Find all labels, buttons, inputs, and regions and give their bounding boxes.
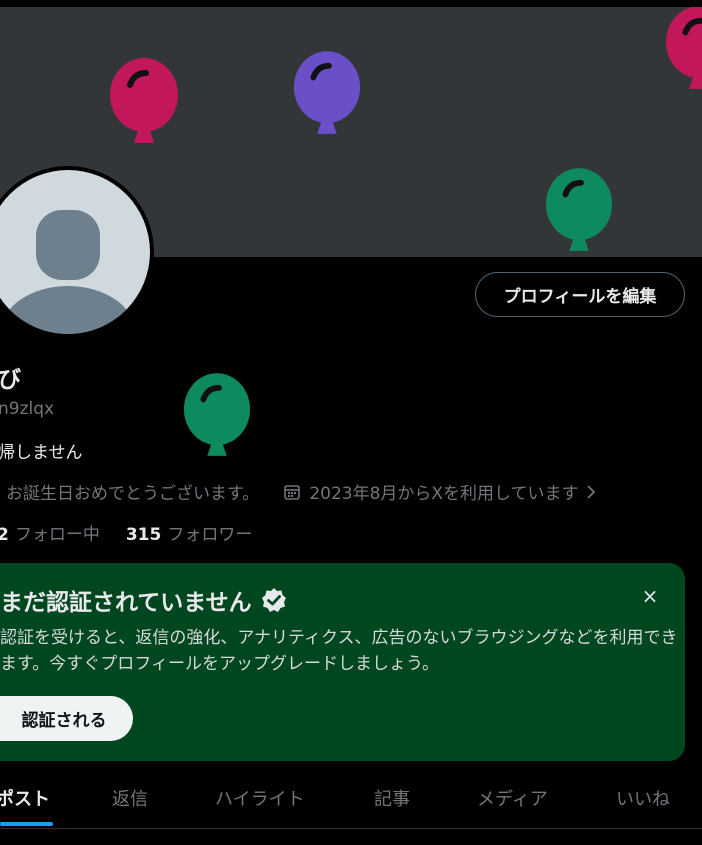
following-label: フォロー中: [14, 525, 100, 545]
balloon-icon: [293, 51, 361, 134]
follow-stats: 2 フォロー中 315 フォロワー: [0, 520, 252, 545]
tab-media[interactable]: メディア: [477, 770, 548, 826]
balloon-icon: [665, 7, 702, 89]
edit-profile-button[interactable]: プロフィールを編集: [475, 272, 685, 317]
verification-card: まだ認証されていません × 認証を受けると、返信の強化、アナリティクス、広告のな…: [0, 563, 685, 761]
followers-count: 315: [125, 525, 162, 545]
balloon-icon: [110, 58, 178, 143]
verification-title-text: まだ認証されていません: [0, 590, 252, 616]
birthday-text: お誕生日おめでとうございます。: [6, 484, 260, 504]
verification-description: 認証を受けると、返信の強化、アナリティクス、広告のないブラウジングなどを利用でき…: [0, 628, 678, 674]
get-verified-button[interactable]: 認証される: [0, 696, 133, 741]
display-name: び: [0, 367, 21, 393]
verified-badge-icon: [260, 586, 288, 614]
profile-tabs: ポスト 返信 ハイライト 記事 メディア いいね: [0, 770, 702, 829]
tab-likes[interactable]: いいね: [616, 770, 670, 826]
followers-label: フォロワー: [167, 525, 253, 545]
followers-link[interactable]: 315 フォロワー: [126, 520, 253, 545]
close-icon[interactable]: ×: [637, 583, 663, 609]
joined-date: 2023年8月からXを利用しています: [309, 484, 579, 504]
active-tab-indicator: [0, 822, 53, 826]
following-link[interactable]: 2 フォロー中: [0, 520, 100, 545]
user-handle: n9zlqx: [0, 399, 55, 419]
balloon-icon: [545, 168, 613, 251]
tab-articles[interactable]: 記事: [374, 770, 410, 826]
profile-meta: お誕生日おめでとうございます。 2023年8月からXを利用しています: [0, 479, 597, 504]
tab-posts[interactable]: ポスト: [0, 770, 50, 826]
tab-highlights[interactable]: ハイライト: [215, 770, 305, 826]
default-avatar-icon: [0, 210, 136, 334]
balloon-icon: [183, 373, 251, 456]
following-count: 2: [0, 525, 9, 545]
tab-replies[interactable]: 返信: [112, 770, 148, 826]
verification-title: まだ認証されていません: [0, 583, 288, 617]
calendar-icon: [283, 483, 301, 501]
top-strip: [0, 0, 702, 7]
chevron-right-icon[interactable]: [585, 483, 597, 501]
profile-bio: 帰しません: [0, 443, 83, 463]
